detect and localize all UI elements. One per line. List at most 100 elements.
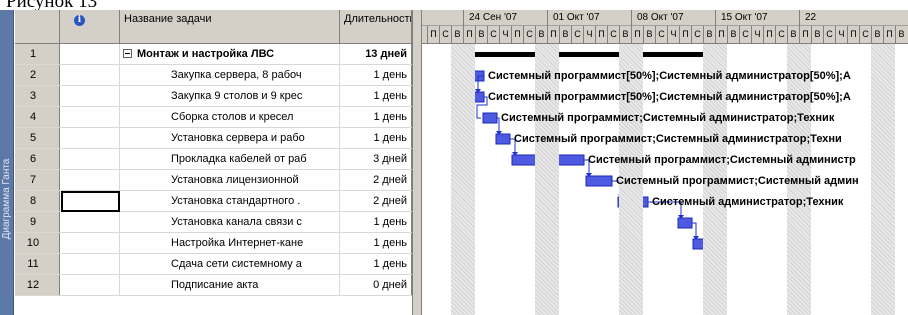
- timescale-days: ПСВПВСЧПСВПВСЧПСВПВСЧПСВПВСЧПСВПВСЧПСВПВ: [422, 26, 908, 44]
- timescale-day-label: С: [439, 26, 451, 44]
- task-duration[interactable]: 1 день: [340, 128, 412, 148]
- row-indicator-cell[interactable]: [60, 128, 120, 148]
- task-name-cell[interactable]: Установка канала связи с: [120, 212, 340, 232]
- timescale-week-label: 01 Окт '07: [547, 10, 631, 26]
- timescale-day-label: Ч: [751, 26, 763, 44]
- timescale-week-label: 15 Окт '07: [715, 10, 799, 26]
- table-row[interactable]: 6 Прокладка кабелей от раб 3 дней: [15, 149, 412, 170]
- row-id[interactable]: 12: [15, 275, 60, 295]
- table-row[interactable]: 2 Закупка сервера, 8 рабоч 1 день: [15, 65, 412, 86]
- view-bar[interactable]: Диаграмма Ганта: [0, 10, 14, 315]
- task-name-cell[interactable]: Установка стандартного .: [120, 191, 340, 211]
- task-name-cell[interactable]: Установка сервера и рабо: [120, 128, 340, 148]
- row-id[interactable]: 1: [15, 44, 60, 64]
- row-id[interactable]: 8: [15, 191, 60, 211]
- row-id[interactable]: 2: [15, 65, 60, 85]
- task-bar: [482, 112, 498, 124]
- split-bar[interactable]: [412, 10, 422, 315]
- task-name: Подписание акта: [171, 279, 259, 291]
- timescale-day-label: С: [859, 26, 871, 44]
- row-indicator-cell[interactable]: [60, 86, 120, 106]
- timescale-day-label: С: [523, 26, 535, 44]
- row-id[interactable]: 10: [15, 233, 60, 253]
- row-indicator-cell[interactable]: [60, 65, 120, 85]
- task-resource-label: Системный администратор;Техник: [652, 196, 844, 208]
- nonworking-time-shade: [871, 44, 895, 315]
- task-name: Установка сервера и рабо: [171, 132, 305, 144]
- task-name-cell[interactable]: Установка лицензионной: [120, 170, 340, 190]
- task-name-cell[interactable]: Закупка 9 столов и 9 крес: [120, 86, 340, 106]
- task-resource-label: Системный программист[50%];Системный адм…: [488, 70, 851, 82]
- task-name: Настройка Интернет-кане: [171, 237, 304, 249]
- table-row[interactable]: 8 Установка стандартного . 2 дней: [15, 191, 412, 212]
- row-indicator-cell[interactable]: [60, 107, 120, 127]
- row-id[interactable]: 9: [15, 212, 60, 232]
- header-duration[interactable]: Длительность: [340, 10, 412, 44]
- task-duration[interactable]: 0 дней: [340, 275, 412, 295]
- collapse-icon[interactable]: [123, 49, 132, 58]
- task-name-cell[interactable]: Прокладка кабелей от раб: [120, 149, 340, 169]
- table-row[interactable]: 10 Настройка Интернет-кане 1 день: [15, 233, 412, 254]
- task-duration[interactable]: 1 день: [340, 233, 412, 253]
- task-name-cell[interactable]: Сборка столов и кресел: [120, 107, 340, 127]
- timescale-day-label: В: [871, 26, 883, 44]
- task-name-cell[interactable]: Подписание акта: [120, 275, 340, 295]
- table-row[interactable]: 3 Закупка 9 столов и 9 крес 1 день: [15, 86, 412, 107]
- row-indicator-cell[interactable]: [60, 275, 120, 295]
- table-row[interactable]: 9 Установка канала связи с 1 день: [15, 212, 412, 233]
- row-id[interactable]: 6: [15, 149, 60, 169]
- table-row[interactable]: 5 Установка сервера и рабо 1 день: [15, 128, 412, 149]
- row-id[interactable]: 7: [15, 170, 60, 190]
- table-row[interactable]: 7 Установка лицензионной 2 дней: [15, 170, 412, 191]
- timescale-day-label: С: [571, 26, 583, 44]
- caption-text: Рисунок 13: [6, 0, 97, 10]
- table-row[interactable]: 4 Сборка столов и кресел 1 день: [15, 107, 412, 128]
- task-duration[interactable]: 1 день: [340, 65, 412, 85]
- timescale-day-label: С: [487, 26, 499, 44]
- task-name-cell[interactable]: Монтаж и настройка ЛВС: [120, 44, 340, 64]
- task-name-cell[interactable]: Закупка сервера, 8 рабоч: [120, 65, 340, 85]
- row-id[interactable]: 3: [15, 86, 60, 106]
- timescale-day-label: В: [619, 26, 631, 44]
- row-indicator-cell[interactable]: [60, 170, 120, 190]
- row-indicator-cell[interactable]: [60, 254, 120, 274]
- timescale-week-label: 22: [799, 10, 883, 26]
- row-indicator-cell[interactable]: [60, 212, 120, 232]
- table-row[interactable]: 1 Монтаж и настройка ЛВС 13 дней: [15, 44, 412, 65]
- info-icon: i: [74, 15, 85, 26]
- timescale-week-label: 08 Окт '07: [631, 10, 715, 26]
- timescale-day-label: С: [691, 26, 703, 44]
- row-indicator-cell[interactable]: [60, 44, 120, 64]
- task-duration[interactable]: 2 дней: [340, 191, 412, 211]
- table-row[interactable]: 11 Сдача сети системному а 1 день: [15, 254, 412, 275]
- timescale-day-label: П: [847, 26, 859, 44]
- row-id[interactable]: 4: [15, 107, 60, 127]
- selected-cell-highlight[interactable]: [61, 191, 120, 212]
- task-name-cell[interactable]: Настройка Интернет-кане: [120, 233, 340, 253]
- task-duration[interactable]: 2 дней: [340, 170, 412, 190]
- timescale-day-label: С: [775, 26, 787, 44]
- task-duration[interactable]: 13 дней: [340, 44, 412, 64]
- task-duration[interactable]: 1 день: [340, 107, 412, 127]
- table-row[interactable]: 12 Подписание акта 0 дней: [15, 275, 412, 296]
- task-name-cell[interactable]: Сдача сети системному а: [120, 254, 340, 274]
- task-duration[interactable]: 1 день: [340, 254, 412, 274]
- row-id[interactable]: 5: [15, 128, 60, 148]
- timescale-day-label: В: [475, 26, 487, 44]
- task-duration[interactable]: 3 дней: [340, 149, 412, 169]
- task-name: Монтаж и настройка ЛВС: [137, 48, 275, 60]
- row-indicator-cell[interactable]: [60, 149, 120, 169]
- timescale-day-label: П: [631, 26, 643, 44]
- header-task-name[interactable]: Название задачи: [120, 10, 340, 44]
- row-indicator-cell[interactable]: [60, 233, 120, 253]
- nonworking-time-shade: [451, 44, 475, 315]
- task-duration[interactable]: 1 день: [340, 86, 412, 106]
- timescale-week-label: 24 Сен '07: [463, 10, 547, 26]
- row-id[interactable]: 11: [15, 254, 60, 274]
- header-indicators[interactable]: i: [60, 10, 120, 44]
- timescale-day-label: Ч: [499, 26, 511, 44]
- task-duration[interactable]: 1 день: [340, 212, 412, 232]
- timescale-day-label: П: [463, 26, 475, 44]
- timescale-day-label: Ч: [667, 26, 679, 44]
- header-row-selector[interactable]: [15, 10, 60, 44]
